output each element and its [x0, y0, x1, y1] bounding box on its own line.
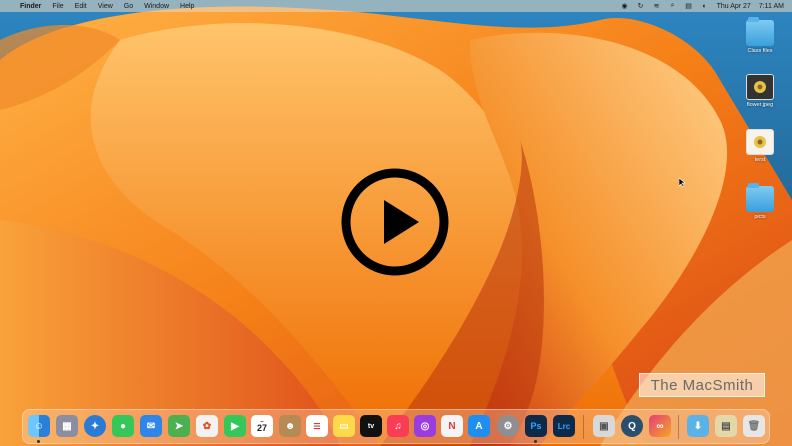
preview-icon[interactable]: ▣ [593, 415, 615, 437]
folder-icon [746, 183, 774, 212]
desktop-item-label: flower.jpeg [746, 102, 774, 108]
photoshop-icon[interactable]: Ps [525, 415, 547, 437]
wifi-icon[interactable]: ≋ [653, 2, 661, 10]
running-indicator [37, 440, 40, 443]
desktop-item-label: Class files [747, 48, 773, 54]
desktop-item-terst[interactable]: terst [740, 129, 780, 163]
desktop-item-picts[interactable]: picts [740, 183, 780, 220]
calendar-icon[interactable]: ▬ 27 [251, 415, 273, 437]
dock-separator [583, 415, 584, 439]
launchpad-icon[interactable]: ▦ [56, 415, 78, 437]
appletv-icon[interactable]: tv [360, 415, 382, 437]
menu-bar: Finder File Edit View Go Window Help ◉ ↻… [0, 0, 792, 12]
music-icon[interactable]: ♫ [387, 415, 409, 437]
system-settings-icon[interactable]: ⚙ [497, 415, 519, 437]
maps-icon[interactable]: ➤ [168, 415, 190, 437]
safari-icon[interactable]: ✦ [84, 415, 106, 437]
lightroom-classic-icon[interactable]: Lrc [553, 415, 575, 437]
podcasts-icon[interactable]: ◎ [414, 415, 436, 437]
menu-time[interactable]: 7:11 AM [759, 3, 784, 10]
desktop-item-class-files[interactable]: Class files [740, 17, 780, 54]
photos-icon[interactable]: ✿ [196, 415, 218, 437]
desktop-item-label: picts [754, 214, 766, 220]
messages-icon[interactable]: ● [112, 415, 134, 437]
finder-icon[interactable]: ☺ [28, 415, 50, 437]
notes-icon[interactable]: ▭ [333, 415, 355, 437]
dock-separator [678, 415, 679, 439]
siri-icon[interactable]: ◐ [701, 2, 709, 10]
downloads-folder-icon[interactable]: ⬇ [687, 415, 709, 437]
appstore-icon[interactable]: A [468, 415, 490, 437]
menu-app-name[interactable]: Finder [20, 3, 41, 10]
search-icon[interactable]: ⌕ [669, 2, 677, 10]
control-center-icon[interactable]: ▤ [685, 2, 693, 10]
image-icon [746, 74, 774, 100]
sync-icon[interactable]: ↻ [637, 2, 645, 10]
trash-icon[interactable]: 🗑 [743, 415, 765, 437]
news-icon[interactable]: N [441, 415, 463, 437]
reminders-icon[interactable]: ☰ [306, 415, 328, 437]
menu-go[interactable]: Go [124, 3, 133, 10]
desktop-item-flower[interactable]: flower.jpeg [740, 74, 780, 108]
menu-edit[interactable]: Edit [75, 3, 87, 10]
quicktime-icon[interactable]: Q [621, 415, 643, 437]
menu-file[interactable]: File [52, 3, 63, 10]
desktop-item-label: terst [754, 157, 766, 163]
creative-cloud-icon[interactable]: ∞ [649, 415, 671, 437]
image-icon [746, 129, 774, 155]
menu-date[interactable]: Thu Apr 27 [717, 3, 751, 10]
menu-window[interactable]: Window [144, 3, 169, 10]
record-icon[interactable]: ◉ [621, 2, 629, 10]
mouse-cursor-icon [679, 178, 686, 187]
facetime-icon[interactable]: ▶ [224, 415, 246, 437]
calendar-day: 27 [256, 423, 267, 433]
stack-icon[interactable]: ▤ [715, 415, 737, 437]
play-icon[interactable] [340, 167, 450, 277]
menu-view[interactable]: View [98, 3, 113, 10]
running-indicator [534, 440, 537, 443]
watermark-logo: The MacSmith [639, 373, 765, 397]
menu-help[interactable]: Help [180, 3, 194, 10]
contacts-icon[interactable]: ☻ [279, 415, 301, 437]
mail-icon[interactable]: ✉ [140, 415, 162, 437]
folder-icon [746, 17, 774, 46]
dock: ☺ ▦ ✦ ● ✉ ➤ ✿ ▶ ▬ 27 ☻ ☰ ▭ tv ♫ ◎ N A ⚙ … [22, 409, 770, 444]
